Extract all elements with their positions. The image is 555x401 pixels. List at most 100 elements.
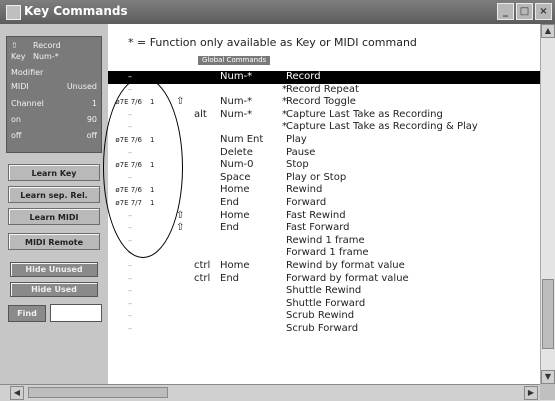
unassigned-dash: – [128,286,132,296]
status-value: 1 [91,99,97,108]
midi-assignment: ø7E 7/6 [115,161,142,170]
command-row[interactable]: – alt Num-* * Capture Last Take as Recording [108,109,540,122]
modifier-key: ctrl [194,259,211,271]
function-note: * = Function only available as Key or MI… [128,36,417,49]
command-row[interactable]: – Rewind 1 frame [108,235,540,248]
midi-assignment: ø7E 7/7 [115,198,142,207]
status-row: Channel 1 [11,99,97,109]
unassigned-dash: – [128,235,132,245]
status-value: Unused [66,82,97,91]
find-input[interactable] [50,304,102,322]
command-row[interactable]: – ctrl Home Rewind by format value [108,260,540,273]
horizontal-scrollbar[interactable]: ◀ ▶ [0,384,540,401]
hide-used-button[interactable]: Hide Used [10,282,98,297]
midi-assignment: ø7E 7/6 [115,98,142,107]
hide-unused-button[interactable]: Hide Unused [10,262,98,277]
function-name: Fast Forward [286,222,350,234]
learn-midi-button[interactable]: Learn MIDI [8,208,100,225]
section-header-global: Global Commands [198,56,271,65]
function-name: Shuttle Rewind [286,285,362,297]
function-name: Record Repeat [286,83,359,95]
unassigned-dash: – [128,210,132,220]
function-name: Record Toggle [286,96,356,108]
key-assignment: Delete [220,146,253,158]
sidebar: ⇧ Record Key Num-* Modifier MIDI Unused … [0,24,109,384]
midi-assignment: ø7E 7/6 [115,186,142,195]
command-row[interactable]: – Shuttle Forward [108,298,540,311]
modifier-key: alt [194,108,207,120]
key-assignment: Num-0 [220,159,254,171]
command-row[interactable]: ø7E 7/6 1 Num Ent Play [108,134,540,147]
function-name: Rewind [286,184,323,196]
scroll-left-button[interactable]: ◀ [10,386,24,400]
function-name: Play or Stop [286,171,347,183]
vertical-scrollbar[interactable]: ▲ ▼ [540,24,555,384]
command-row[interactable]: – Scrub Rewind [108,310,540,323]
status-key: off [11,131,22,140]
title-bar: Key Commands _ □ × [0,0,555,24]
key-assignment: End [220,196,240,208]
close-button[interactable]: × [535,3,552,20]
unassigned-dash: – [128,323,132,333]
key-assignment: End [220,272,240,284]
command-row[interactable]: – ⇧ End Fast Forward [108,222,540,235]
maximize-button[interactable]: □ [516,3,533,20]
modifier-icon: ⇧ [176,209,185,221]
command-row[interactable]: ø7E 7/6 1 ⇧ Num-* * Record Toggle [108,96,540,109]
unassigned-dash: – [128,84,132,94]
command-row[interactable]: – Delete Pause [108,147,540,160]
unassigned-dash: – [128,223,132,233]
midi-channel: 1 [150,198,155,207]
status-key: MIDI [11,82,29,91]
scroll-down-button[interactable]: ▼ [541,370,555,384]
key-assignment: Num-* [220,71,253,82]
key-assignment: Num-* [220,108,253,120]
unassigned-dash: – [128,248,132,258]
command-row[interactable]: ø7E 7/6 1 Home Rewind [108,184,540,197]
command-list-panel: * = Function only available as Key or MI… [108,24,540,384]
command-row[interactable]: – ctrl End Forward by format value [108,273,540,286]
function-name: Record [286,71,321,82]
status-panel: ⇧ Record Key Num-* Modifier MIDI Unused … [6,36,102,153]
unassigned-dash: – [128,273,132,283]
status-value: Num-* [33,52,59,61]
function-name: Shuttle Forward [286,297,366,309]
command-row[interactable]: ø7E 7/7 1 End Forward [108,197,540,210]
command-row[interactable]: – * Record Repeat [108,84,540,97]
midi-channel: 1 [150,186,155,195]
command-row[interactable]: – Forward 1 frame [108,247,540,260]
unassigned-dash: – [128,72,132,81]
command-row[interactable]: – ⇧ Home Fast Rewind [108,210,540,223]
midi-channel: 1 [150,98,155,107]
scroll-right-button[interactable]: ▶ [524,386,538,400]
modifier-icon: ⇧ [176,222,185,234]
function-name: Play [286,133,307,145]
unassigned-dash: – [128,172,132,182]
command-row[interactable]: – Space Play or Stop [108,172,540,185]
key-assignment: Home [220,209,250,221]
command-row[interactable]: – Shuttle Rewind [108,285,540,298]
function-name: Scrub Forward [286,322,359,334]
function-name: Fast Rewind [286,209,346,221]
midi-remote-button[interactable]: MIDI Remote [8,233,100,250]
status-row: Key Num-* [11,52,97,62]
unassigned-dash: – [128,109,132,119]
minimize-button[interactable]: _ [497,3,514,20]
status-row: ⇧ Record [11,41,97,51]
unassigned-dash: – [128,311,132,321]
learn-key-button[interactable]: Learn Key [8,164,100,181]
modifier-icon: ⇧ [176,96,185,108]
command-row[interactable]: – * Capture Last Take as Recording & Play [108,121,540,134]
scroll-up-button[interactable]: ▲ [541,24,555,38]
window-title: Key Commands [24,4,128,18]
status-value: 90 [86,115,97,124]
command-row[interactable]: ø7E 7/6 1 Num-0 Stop [108,159,540,172]
status-row: Modifier [11,68,97,78]
command-row[interactable]: – Scrub Forward [108,323,540,336]
vertical-scroll-thumb[interactable] [542,279,554,349]
find-button[interactable]: Find [8,305,46,322]
midi-channel: 1 [150,161,155,170]
learn-sep-rel-button[interactable]: Learn sep. Rel. [8,186,100,203]
command-row[interactable]: – Num-* Record [108,71,540,84]
horizontal-scroll-thumb[interactable] [28,387,168,398]
